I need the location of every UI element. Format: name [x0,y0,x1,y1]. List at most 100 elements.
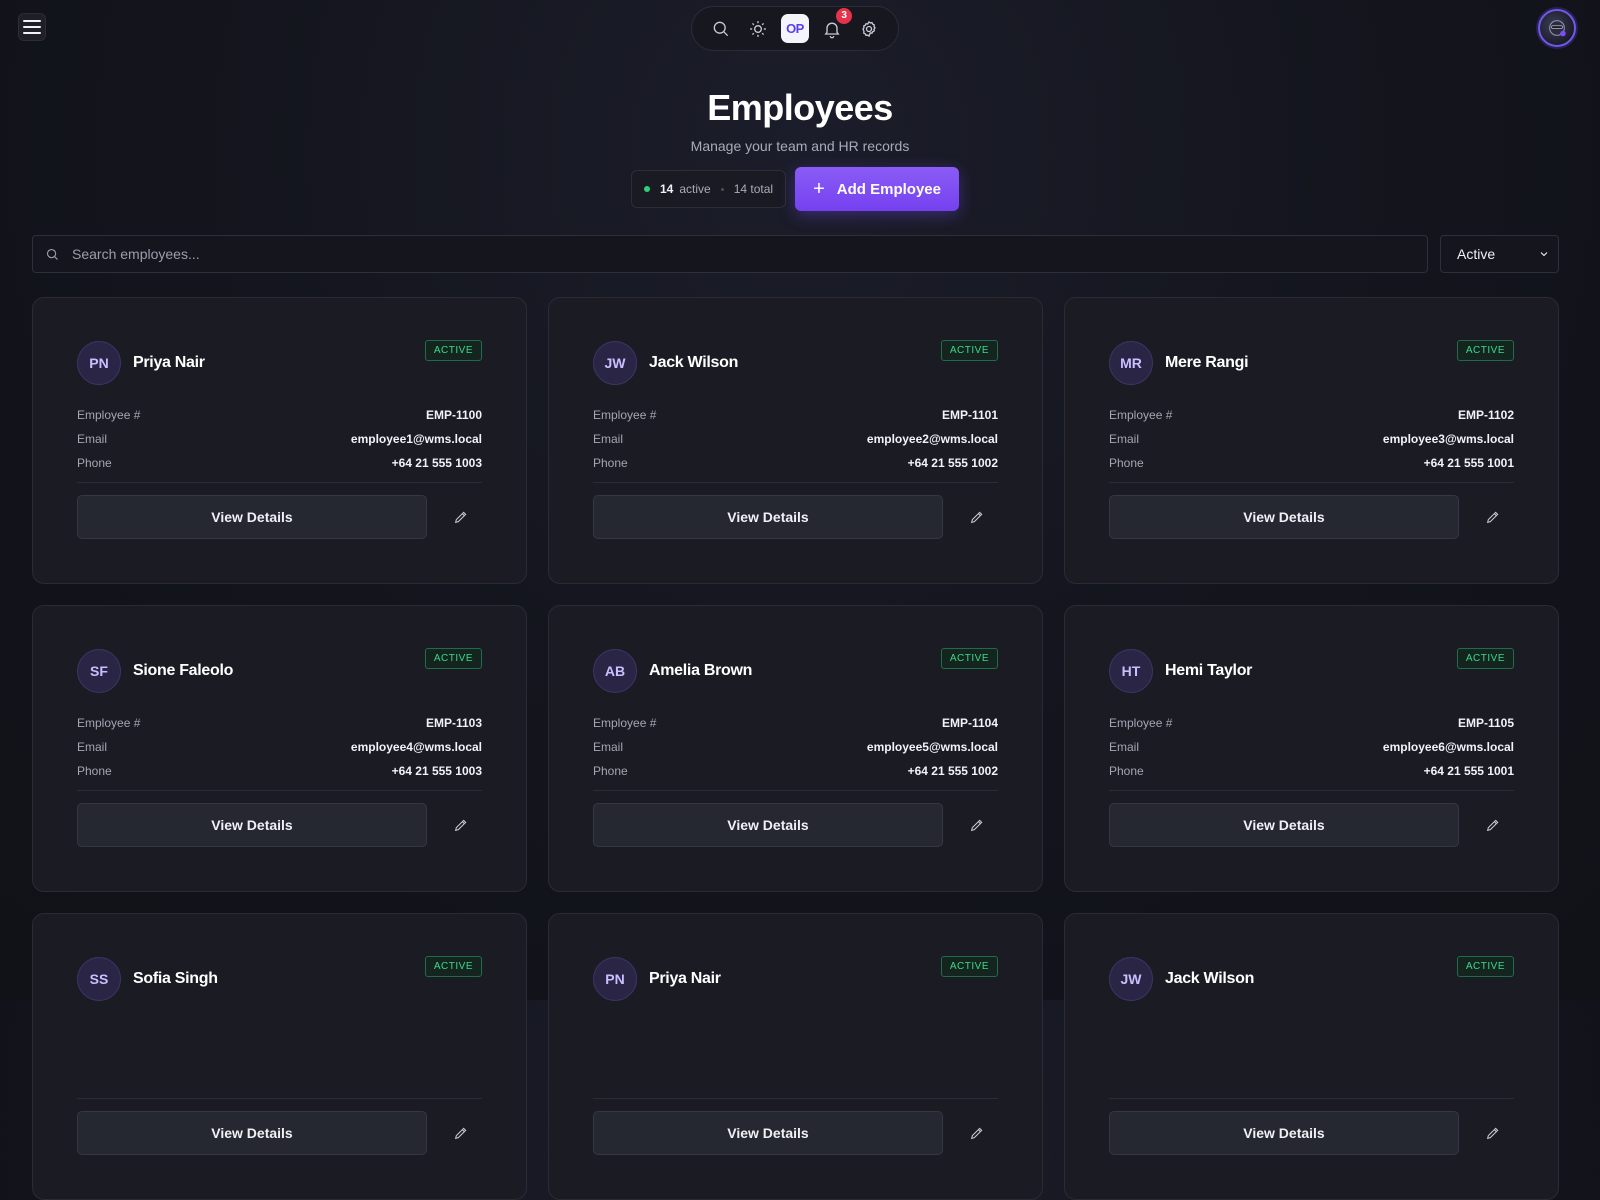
view-details-button[interactable]: View Details [1109,1111,1459,1155]
card-header: JW Jack Wilson ACTIVE [593,340,998,385]
user-avatar[interactable] [1538,9,1576,47]
employee-name: Amelia Brown [649,662,753,679]
card-header: SF Sione Faleolo ACTIVE [77,648,482,693]
user-avatar-icon [1549,20,1566,37]
employee-avatar: PN [77,341,121,385]
phone-row: Phone +64 21 555 1003 [77,759,482,783]
active-dot-icon [644,186,650,192]
employee-card: HT Hemi Taylor ACTIVE Employee # EMP-110… [1064,605,1559,892]
page-title: Employees [707,87,893,128]
employee-fields: Employee # EMP-1100 Email employee1@wms.… [77,403,482,475]
total-label: 14 total [733,182,774,196]
gear-icon[interactable] [855,15,883,43]
edit-pencil-icon[interactable] [1481,1121,1505,1145]
edit-pencil-icon[interactable] [1481,505,1505,529]
employee-number-row: Employee # EMP-1104 [593,711,998,735]
phone-row: Phone +64 21 555 1001 [1109,451,1514,475]
employee-count-pill: 14 active 14 total [631,170,787,208]
phone-value: +64 21 555 1003 [391,764,482,778]
employee-number-value: EMP-1100 [425,408,482,422]
email-value: employee4@wms.local [350,740,482,754]
op-logo-text: OP [780,14,809,43]
card-divider [1109,790,1514,791]
employee-number-row: Employee # EMP-1102 [1109,403,1514,427]
employee-number-label: Employee # [1109,716,1173,730]
phone-value: +64 21 555 1002 [907,456,998,470]
view-details-button[interactable]: View Details [593,1111,943,1155]
card-header: MR Mere Rangi ACTIVE [1109,340,1514,385]
employee-card: SF Sione Faleolo ACTIVE Employee # EMP-1… [32,605,527,892]
card-header: JW Jack Wilson ACTIVE [1109,956,1514,1001]
hamburger-menu-icon[interactable] [18,13,46,41]
employee-number-row: Employee # EMP-1101 [593,403,998,427]
card-actions: View Details [77,1111,482,1155]
page-header: Employees Manage your team and HR record… [0,84,1600,211]
view-details-button[interactable]: View Details [593,803,943,847]
email-label: Email [593,740,624,754]
edit-pencil-icon[interactable] [1481,813,1505,837]
status-badge: ACTIVE [940,340,998,361]
op-logo[interactable]: OP [780,14,809,43]
employee-fields: Employee # Email Phone [1109,1019,1514,1091]
search-icon[interactable] [707,15,735,43]
employee-fields: Employee # EMP-1103 Email employee4@wms.… [77,711,482,783]
employee-name: Hemi Taylor [1165,662,1253,679]
view-details-button[interactable]: View Details [1109,495,1459,539]
view-details-button[interactable]: View Details [593,495,943,539]
employee-number-row: Employee # EMP-1103 [77,711,482,735]
employee-number-row: Employee # EMP-1105 [1109,711,1514,735]
edit-pencil-icon[interactable] [449,505,473,529]
edit-pencil-icon[interactable] [965,505,989,529]
phone-value: +64 21 555 1003 [391,456,482,470]
card-header: HT Hemi Taylor ACTIVE [1109,648,1514,693]
card-divider [77,790,482,791]
edit-pencil-icon[interactable] [965,813,989,837]
card-actions: View Details [77,495,482,539]
phone-label: Phone [593,456,628,470]
phone-row: Phone +64 21 555 1003 [77,451,482,475]
employee-number-label: Employee # [77,408,141,422]
notification-badge: 3 [836,7,853,24]
employee-name: Jack Wilson [649,354,739,371]
status-filter-select[interactable]: Active [1440,235,1559,273]
phone-label: Phone [593,764,628,778]
status-filter-value: Active [1457,246,1496,262]
status-badge: ACTIVE [940,956,998,977]
search-input[interactable] [60,236,1427,272]
add-employee-button[interactable]: + Add Employee [795,167,959,211]
phone-label: Phone [1109,456,1144,470]
email-value: employee6@wms.local [1382,740,1514,754]
edit-pencil-icon[interactable] [449,1121,473,1145]
phone-label: Phone [77,456,112,470]
email-value: employee1@wms.local [350,432,482,446]
sun-icon[interactable] [744,15,772,43]
employee-fields: Employee # EMP-1101 Email employee2@wms.… [593,403,998,475]
phone-value: +64 21 555 1001 [1423,764,1514,778]
employee-card: SS Sofia Singh ACTIVE Employee # Email P… [32,913,527,1200]
card-divider [77,482,482,483]
card-actions: View Details [1109,803,1514,847]
view-details-button[interactable]: View Details [1109,803,1459,847]
employee-name: Jack Wilson [1165,970,1255,987]
employee-name: Priya Nair [133,354,205,371]
edit-pencil-icon[interactable] [965,1121,989,1145]
active-label: active [679,182,711,196]
edit-pencil-icon[interactable] [449,813,473,837]
bell-icon[interactable]: 3 [818,7,853,43]
card-header: PN Priya Nair ACTIVE [593,956,998,1001]
view-details-button[interactable]: View Details [77,1111,427,1155]
email-row: Email employee1@wms.local [77,427,482,451]
employee-name: Sione Faleolo [133,662,234,679]
card-actions: View Details [1109,495,1514,539]
card-actions: View Details [593,495,998,539]
phone-row: Phone +64 21 555 1002 [593,759,998,783]
card-header: PN Priya Nair ACTIVE [77,340,482,385]
card-divider [1109,482,1514,483]
view-details-button[interactable]: View Details [77,495,427,539]
view-details-button[interactable]: View Details [77,803,427,847]
toolbar: OP 3 [691,6,899,51]
employee-number-value: EMP-1105 [1457,716,1514,730]
phone-row: Phone +64 21 555 1002 [593,451,998,475]
employee-avatar: JW [593,341,637,385]
phone-value: +64 21 555 1002 [907,764,998,778]
